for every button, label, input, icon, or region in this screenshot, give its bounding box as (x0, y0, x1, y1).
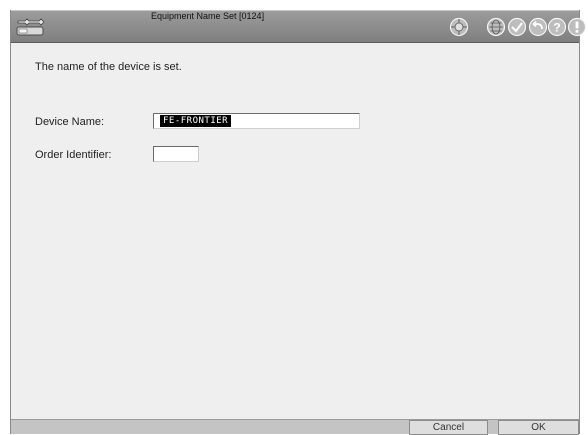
order-identifier-label: Order Identifier: (35, 149, 112, 161)
device-name-field[interactable]: FE-FRONTIER (153, 113, 360, 129)
device-name-label: Device Name: (35, 116, 105, 128)
checkmark-icon[interactable] (507, 17, 527, 37)
network-icon[interactable] (449, 17, 469, 37)
order-identifier-field[interactable] (153, 146, 199, 162)
svg-text:?: ? (553, 21, 560, 35)
back-arrow-icon[interactable] (528, 17, 548, 37)
cancel-button[interactable]: Cancel (409, 420, 488, 435)
app-window: Equipment Name Set [0124] ? The name of … (10, 10, 587, 435)
instruction-text: The name of the device is set. (35, 61, 182, 73)
globe-icon[interactable] (486, 17, 506, 37)
alert-icon[interactable] (567, 17, 587, 37)
ok-button[interactable]: OK (498, 420, 579, 435)
wrench-icon (16, 18, 45, 36)
footer-bar: Cancel OK (11, 419, 579, 435)
device-name-value: FE-FRONTIER (160, 115, 232, 127)
window-title: Equipment Name Set [0124] (151, 11, 265, 21)
title-bar: Equipment Name Set [0124] ? (11, 10, 587, 43)
help-icon[interactable]: ? (547, 17, 567, 37)
